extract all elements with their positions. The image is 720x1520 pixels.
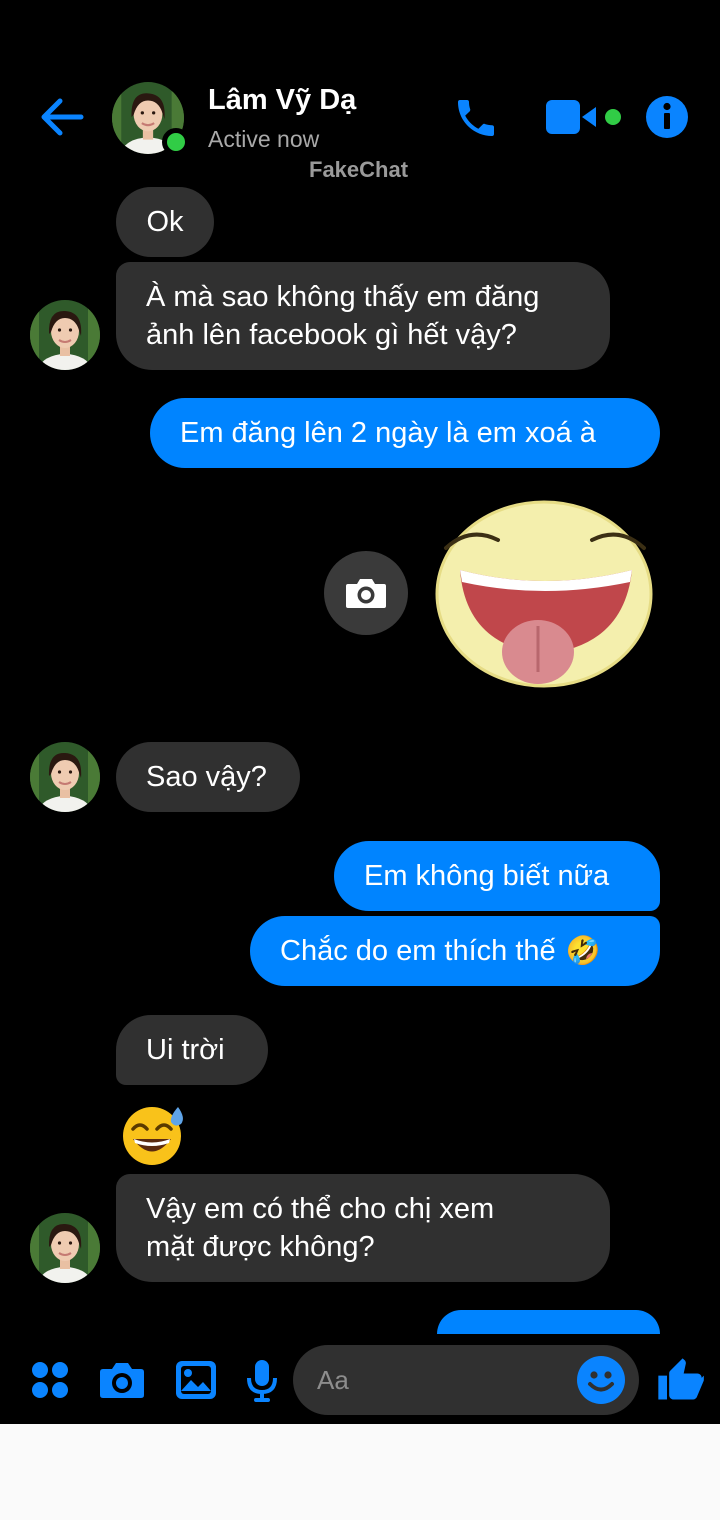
contact-name[interactable]: Lâm Vỹ Dạ [208, 84, 356, 117]
contact-avatar[interactable] [112, 82, 190, 154]
outgoing-message[interactable]: Em đăng lên 2 ngày là em xoá à [150, 398, 660, 468]
message-text: À mà sao không thấy em đăng ảnh lên face… [146, 281, 540, 351]
active-status: Active now [208, 126, 320, 152]
message-text: Ok [146, 206, 184, 238]
incoming-message[interactable]: Ui trời [116, 1015, 268, 1085]
thumbs-up-icon [658, 1358, 704, 1400]
camera-icon [346, 579, 386, 608]
message-text: Em đăng lên 2 ngày là em xoá à [180, 417, 596, 449]
like-button[interactable] [652, 1352, 708, 1408]
incoming-message[interactable]: À mà sao không thấy em đăng ảnh lên face… [116, 262, 610, 370]
camera-icon [100, 1363, 144, 1398]
incoming-message[interactable]: Ok [116, 187, 214, 257]
video-camera-icon [546, 100, 621, 134]
apps-icon [32, 1362, 68, 1398]
rolling-laughing-emoji: 🤣 [565, 934, 601, 967]
voice-button[interactable] [240, 1354, 284, 1406]
camera-button[interactable] [96, 1354, 148, 1406]
apps-button[interactable] [28, 1354, 72, 1406]
back-button[interactable] [36, 94, 88, 140]
message-input[interactable] [317, 1359, 567, 1401]
message-text: Chắc do em thích thế [280, 935, 556, 967]
message-text: Sao vậy? [146, 761, 267, 793]
share-camera-button[interactable] [324, 551, 408, 635]
phone-icon [458, 100, 494, 136]
sender-avatar [30, 742, 100, 812]
gallery-icon [176, 1361, 216, 1399]
outgoing-message[interactable]: Chắc do em thích thế 🤣 [250, 916, 660, 986]
message-text: Em không biết nữa [364, 860, 610, 892]
messenger-chat-screen: Lâm Vỹ Dạ Active now FakeChat Ok À mà sa… [0, 0, 720, 1424]
info-button[interactable] [644, 94, 690, 140]
outgoing-message[interactable]: Em không biết nữa [334, 841, 660, 911]
watermark: FakeChat [309, 157, 409, 182]
incoming-message[interactable]: Sao vậy? [116, 742, 300, 812]
message-composer[interactable] [293, 1345, 639, 1415]
online-indicator [162, 128, 190, 156]
message-text: Vậy em có thể cho chị xem mặt được không… [146, 1193, 495, 1263]
system-navigation-area [0, 1424, 720, 1520]
emoji-button[interactable] [577, 1356, 625, 1404]
sender-avatar [30, 300, 100, 370]
laughing-tongue-face-sticker[interactable] [432, 496, 662, 696]
back-arrow-icon [41, 98, 84, 136]
call-button[interactable] [448, 90, 504, 146]
message-text: Ui trời [146, 1034, 225, 1066]
sweat-smile-emoji[interactable] [120, 1102, 188, 1166]
info-icon [646, 96, 688, 138]
sender-avatar [30, 1213, 100, 1283]
video-call-button[interactable] [542, 96, 628, 138]
microphone-icon [247, 1360, 277, 1402]
incoming-message[interactable]: Vậy em có thể cho chị xem mặt được không… [116, 1174, 610, 1282]
outgoing-message-partial[interactable] [437, 1310, 660, 1334]
emoji-icon [577, 1356, 625, 1404]
gallery-button[interactable] [172, 1354, 220, 1406]
